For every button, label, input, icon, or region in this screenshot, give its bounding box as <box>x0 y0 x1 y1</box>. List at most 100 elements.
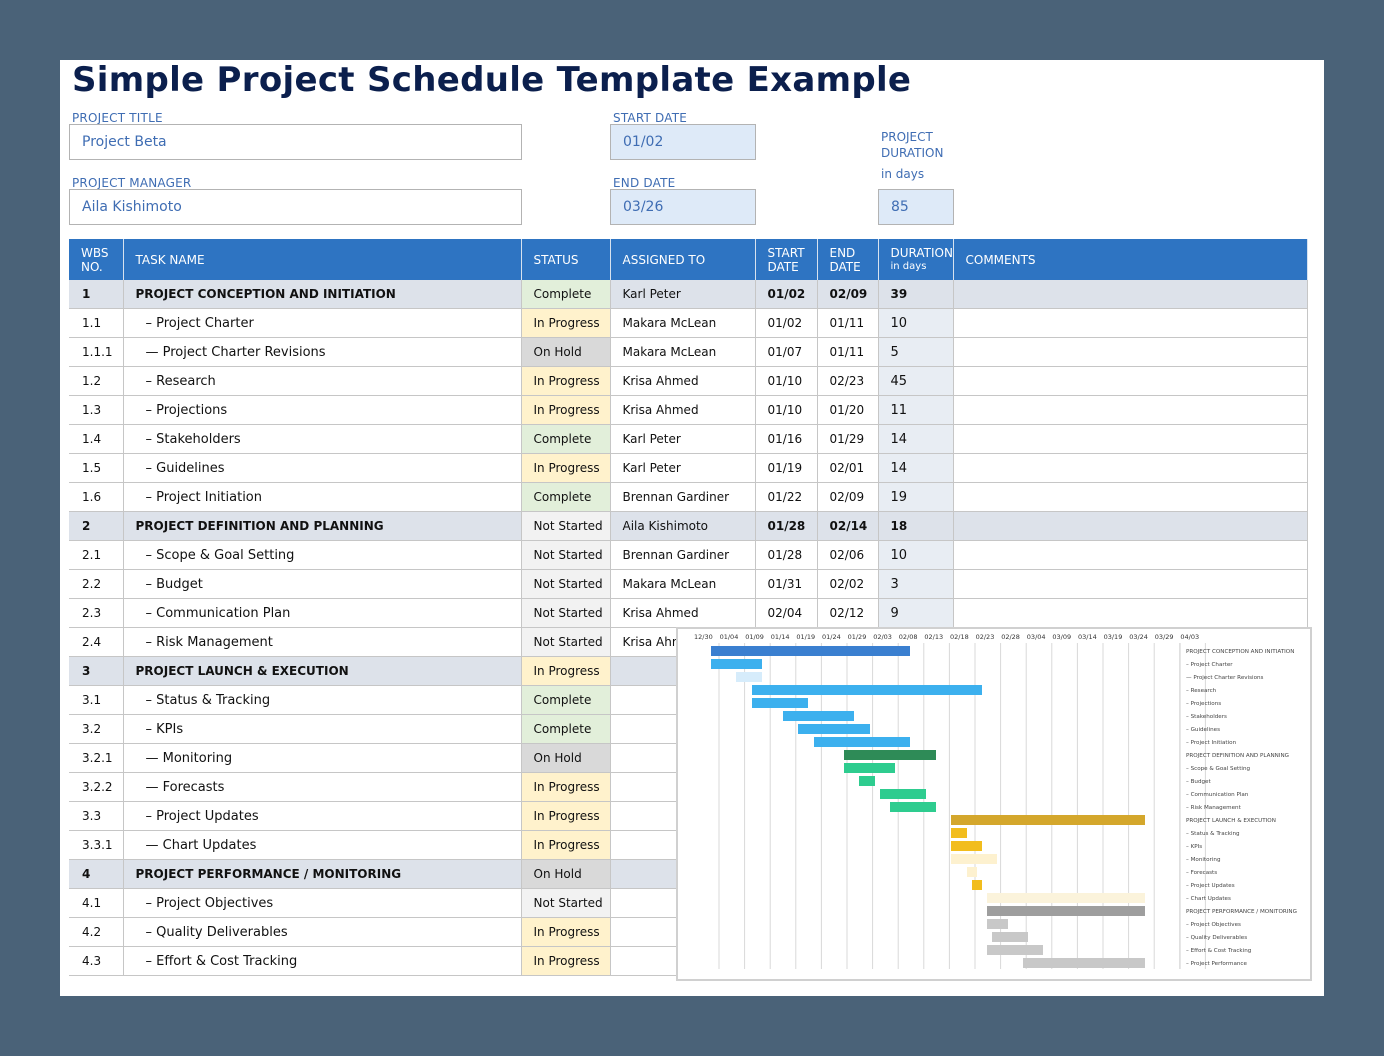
cell-wbs[interactable]: 1.3 <box>69 395 124 425</box>
cell-duration[interactable]: 10 <box>878 540 954 570</box>
cell-task-name[interactable]: – Effort & Cost Tracking <box>123 946 522 976</box>
cell-end-date[interactable]: 02/23 <box>817 366 879 396</box>
table-row[interactable]: 1.3– Projections In Progress Krisa Ahmed 01… <box>69 395 1308 425</box>
cell-duration[interactable]: 39 <box>878 280 954 309</box>
project-manager-field[interactable]: Aila Kishimoto <box>69 189 522 225</box>
cell-duration[interactable]: 45 <box>878 366 954 396</box>
cell-status[interactable]: Not Started <box>521 888 611 918</box>
cell-start-date[interactable]: 01/16 <box>755 424 818 454</box>
cell-task-name[interactable]: – Status & Tracking <box>123 685 522 715</box>
cell-comments[interactable] <box>953 511 1308 541</box>
cell-wbs[interactable]: 3.3.1 <box>69 830 124 860</box>
cell-comments[interactable] <box>953 366 1308 396</box>
cell-end-date[interactable]: 02/01 <box>817 453 879 483</box>
cell-status[interactable]: Complete <box>521 280 611 309</box>
cell-end-date[interactable]: 01/11 <box>817 337 879 367</box>
cell-wbs[interactable]: 3.1 <box>69 685 124 715</box>
table-row[interactable]: 1.5– Guidelines In Progress Karl Peter 01/1… <box>69 453 1308 483</box>
cell-comments[interactable] <box>953 569 1308 599</box>
cell-status[interactable]: In Progress <box>521 366 611 396</box>
end-date-field[interactable]: 03/26 <box>610 189 756 225</box>
cell-end-date[interactable]: 02/06 <box>817 540 879 570</box>
cell-task-name[interactable]: – Stakeholders <box>123 424 522 454</box>
table-row[interactable]: 2.1– Scope & Goal Setting Not Started Bren… <box>69 540 1308 570</box>
cell-status[interactable]: In Progress <box>521 801 611 831</box>
cell-status[interactable]: In Progress <box>521 917 611 947</box>
cell-start-date[interactable]: 01/19 <box>755 453 818 483</box>
cell-task-name[interactable]: PROJECT LAUNCH & EXECUTION <box>123 656 522 686</box>
cell-task-name[interactable]: – Guidelines <box>123 453 522 483</box>
cell-start-date[interactable]: 01/31 <box>755 569 818 599</box>
cell-wbs[interactable]: 3.2 <box>69 714 124 744</box>
cell-status[interactable]: Not Started <box>521 569 611 599</box>
cell-task-name[interactable]: – Project Initiation <box>123 482 522 512</box>
cell-comments[interactable] <box>953 395 1308 425</box>
cell-task-name[interactable]: PROJECT PERFORMANCE / MONITORING <box>123 859 522 889</box>
cell-assigned-to[interactable]: Brennan Gardiner <box>610 482 756 512</box>
cell-task-name[interactable]: – Project Objectives <box>123 888 522 918</box>
cell-wbs[interactable]: 2.1 <box>69 540 124 570</box>
cell-wbs[interactable]: 4.2 <box>69 917 124 947</box>
cell-duration[interactable]: 5 <box>878 337 954 367</box>
cell-wbs[interactable]: 1.4 <box>69 424 124 454</box>
cell-status[interactable]: In Progress <box>521 308 611 338</box>
table-row-phase[interactable]: 2 PROJECT DEFINITION AND PLANNING Not Star… <box>69 511 1308 541</box>
cell-task-name[interactable]: – Research <box>123 366 522 396</box>
cell-start-date[interactable]: 01/22 <box>755 482 818 512</box>
table-row[interactable]: 1.1– Project Charter In Progress Makara Mc… <box>69 308 1308 338</box>
cell-assigned-to[interactable]: Aila Kishimoto <box>610 511 756 541</box>
cell-task-name[interactable]: — Monitoring <box>123 743 522 773</box>
cell-task-name[interactable]: – Quality Deliverables <box>123 917 522 947</box>
cell-status[interactable]: In Progress <box>521 395 611 425</box>
cell-wbs[interactable]: 1.6 <box>69 482 124 512</box>
start-date-field[interactable]: 01/02 <box>610 124 756 160</box>
cell-wbs[interactable]: 1.1 <box>69 308 124 338</box>
cell-comments[interactable] <box>953 453 1308 483</box>
cell-status[interactable]: Not Started <box>521 598 611 628</box>
cell-end-date[interactable]: 02/09 <box>817 482 879 512</box>
cell-end-date[interactable]: 02/12 <box>817 598 879 628</box>
cell-task-name[interactable]: — Forecasts <box>123 772 522 802</box>
cell-assigned-to[interactable]: Krisa Ahmed <box>610 366 756 396</box>
cell-task-name[interactable]: – Scope & Goal Setting <box>123 540 522 570</box>
cell-task-name[interactable]: — Project Charter Revisions <box>123 337 522 367</box>
cell-status[interactable]: In Progress <box>521 772 611 802</box>
cell-task-name[interactable]: – KPIs <box>123 714 522 744</box>
cell-status[interactable]: In Progress <box>521 656 611 686</box>
cell-end-date[interactable]: 01/29 <box>817 424 879 454</box>
cell-task-name[interactable]: – Projections <box>123 395 522 425</box>
cell-assigned-to[interactable]: Brennan Gardiner <box>610 540 756 570</box>
cell-task-name[interactable]: PROJECT CONCEPTION AND INITIATION <box>123 280 522 309</box>
cell-task-name[interactable]: – Project Updates <box>123 801 522 831</box>
cell-wbs[interactable]: 3 <box>69 656 124 686</box>
table-row[interactable]: 1.4– Stakeholders Complete Karl Peter 01/16… <box>69 424 1308 454</box>
cell-duration[interactable]: 11 <box>878 395 954 425</box>
cell-status[interactable]: Complete <box>521 685 611 715</box>
cell-start-date[interactable]: 02/04 <box>755 598 818 628</box>
cell-assigned-to[interactable]: Makara McLean <box>610 569 756 599</box>
cell-task-name[interactable]: PROJECT DEFINITION AND PLANNING <box>123 511 522 541</box>
cell-start-date[interactable]: 01/02 <box>755 308 818 338</box>
cell-comments[interactable] <box>953 598 1308 628</box>
cell-end-date[interactable]: 02/02 <box>817 569 879 599</box>
cell-end-date[interactable]: 01/20 <box>817 395 879 425</box>
cell-task-name[interactable]: – Project Charter <box>123 308 522 338</box>
table-row[interactable]: 1.1.1— Project Charter Revisions On Hold M… <box>69 337 1308 367</box>
cell-comments[interactable] <box>953 482 1308 512</box>
cell-wbs[interactable]: 3.2.1 <box>69 743 124 773</box>
cell-comments[interactable] <box>953 424 1308 454</box>
cell-end-date[interactable]: 02/14 <box>817 511 879 541</box>
cell-status[interactable]: On Hold <box>521 337 611 367</box>
cell-status[interactable]: Not Started <box>521 540 611 570</box>
cell-wbs[interactable]: 3.2.2 <box>69 772 124 802</box>
cell-assigned-to[interactable]: Makara McLean <box>610 337 756 367</box>
cell-wbs[interactable]: 2.2 <box>69 569 124 599</box>
cell-wbs[interactable]: 2 <box>69 511 124 541</box>
cell-assigned-to[interactable]: Krisa Ahmed <box>610 395 756 425</box>
cell-start-date[interactable]: 01/07 <box>755 337 818 367</box>
table-row[interactable]: 2.3– Communication Plan Not Started Krisa … <box>69 598 1308 628</box>
cell-duration[interactable]: 14 <box>878 424 954 454</box>
cell-assigned-to[interactable]: Makara McLean <box>610 308 756 338</box>
cell-assigned-to[interactable]: Karl Peter <box>610 424 756 454</box>
cell-wbs[interactable]: 1.2 <box>69 366 124 396</box>
